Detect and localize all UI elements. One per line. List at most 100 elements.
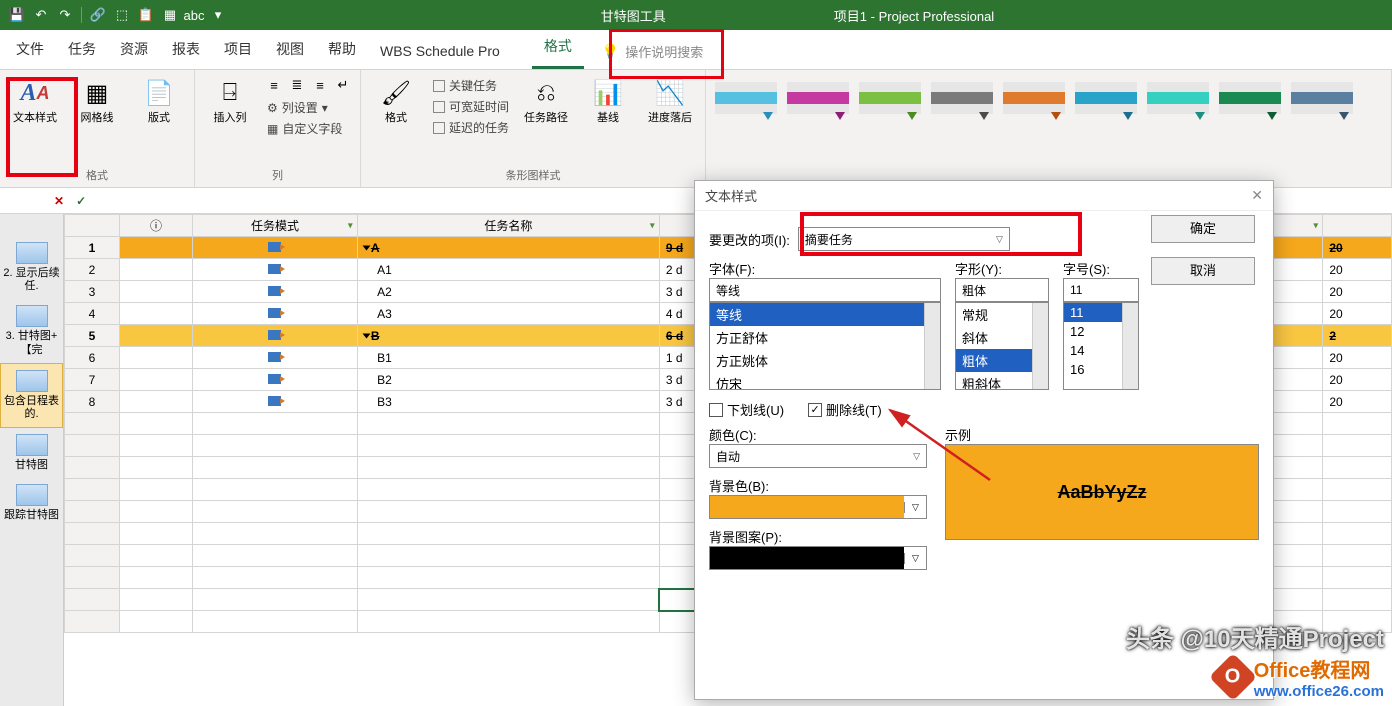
col-extra[interactable]: [1323, 215, 1392, 237]
tab-task[interactable]: 任务: [56, 31, 108, 69]
list-item[interactable]: 粗体: [956, 349, 1032, 372]
box-icon[interactable]: ⬚: [111, 4, 133, 26]
scrollbar[interactable]: [1032, 303, 1048, 389]
slippage-button[interactable]: 📉进度落后: [641, 74, 699, 127]
custom-fields-button[interactable]: ▦自定义字段: [263, 119, 354, 138]
gantt-style-swatch[interactable]: [1003, 82, 1065, 126]
link-icon[interactable]: 🔗: [87, 4, 109, 26]
list-item[interactable]: 11: [1064, 303, 1122, 322]
wrap-text-icon[interactable]: ↵: [332, 74, 354, 96]
list-item[interactable]: 14: [1064, 341, 1122, 360]
accept-entry-icon[interactable]: ✓: [70, 194, 92, 208]
ok-button[interactable]: 确定: [1151, 215, 1255, 243]
bgcolor-label: 背景色(B):: [709, 476, 927, 495]
list-item[interactable]: 方正姚体: [710, 349, 924, 372]
column-settings-button[interactable]: ⚙列设置 ▾: [263, 98, 354, 117]
view-item[interactable]: 包含日程表的.: [0, 363, 63, 428]
late-tasks-checkbox[interactable]: 延迟的任务: [429, 118, 513, 137]
task-path-button[interactable]: ⎌任务路径: [517, 74, 575, 127]
insert-column-button[interactable]: ⍈ 插入列: [201, 74, 259, 127]
gantt-style-swatch[interactable]: [1075, 82, 1137, 126]
group-columns: ⍈ 插入列 ≡ ≣ ≡ ↵ ⚙列设置 ▾ ▦自定义字段 列: [195, 70, 361, 187]
color-combo[interactable]: 自动▽: [709, 444, 927, 468]
redo-icon[interactable]: ↷: [54, 4, 76, 26]
gantt-style-swatch[interactable]: [1219, 82, 1281, 126]
view-item[interactable]: 甘特图: [0, 428, 63, 478]
gantt-style-swatch[interactable]: [715, 82, 777, 126]
list-item[interactable]: 等线: [710, 303, 924, 326]
align-right-icon[interactable]: ≡: [309, 74, 331, 96]
align-left-icon[interactable]: ≡: [263, 74, 285, 96]
col-info[interactable]: ⓘ: [119, 215, 192, 237]
style-listbox[interactable]: 常规斜体粗体粗斜体: [955, 302, 1049, 390]
tab-resource[interactable]: 资源: [108, 31, 160, 69]
strikethrough-checkbox[interactable]: ✓删除线(T): [808, 400, 882, 419]
align-center-icon[interactable]: ≣: [286, 74, 308, 96]
tab-format[interactable]: 格式: [532, 28, 584, 69]
slack-checkbox[interactable]: 可宽延时间: [429, 97, 513, 116]
annotation-box-change-item: [800, 212, 1082, 256]
ribbon-body: AA 文本样式 ▦ 网格线 📄 版式 格式 ⍈ 插入列 ≡ ≣: [0, 70, 1392, 188]
list-item[interactable]: 斜体: [956, 326, 1032, 349]
list-item[interactable]: 16: [1064, 360, 1122, 379]
font-label: 字体(F):: [709, 259, 941, 278]
insert-column-icon: ⍈: [213, 76, 247, 110]
font-listbox[interactable]: 等线方正舒体方正姚体仿宋: [709, 302, 941, 390]
tab-help[interactable]: 帮助: [316, 31, 368, 69]
font-input[interactable]: 等线: [709, 278, 941, 302]
cancel-button[interactable]: 取消: [1151, 257, 1255, 285]
view-item[interactable]: 跟踪甘特图: [0, 478, 63, 528]
col-name[interactable]: 任务名称: [357, 215, 659, 237]
bgcolor-combo[interactable]: ▽: [709, 495, 927, 519]
format-bar-button[interactable]: 🖌 格式: [367, 74, 425, 127]
view-item[interactable]: 2. 显示后续任.: [0, 236, 63, 299]
dialog-title-bar: 文本样式 ✕: [695, 181, 1273, 211]
clipboard-icon[interactable]: 📋: [135, 4, 157, 26]
tab-report[interactable]: 报表: [160, 31, 212, 69]
view-item[interactable]: 3. 甘特图+【完: [0, 299, 63, 362]
scrollbar[interactable]: [924, 303, 940, 389]
gridlines-icon: ▦: [80, 76, 114, 110]
sample-preview: AaBbYyZz: [945, 444, 1259, 540]
group-gantt-styles: [706, 70, 1392, 187]
quick-access-toolbar: 💾 ↶ ↷ 🔗 ⬚ 📋 ▦ abc ▾: [0, 4, 235, 26]
color-label: 颜色(C):: [709, 425, 927, 444]
scrollbar[interactable]: [1122, 303, 1138, 389]
tab-project[interactable]: 项目: [212, 31, 264, 69]
size-listbox[interactable]: 11121416: [1063, 302, 1139, 390]
layout-button[interactable]: 📄 版式: [130, 74, 188, 127]
list-item[interactable]: 常规: [956, 303, 1032, 326]
qat-more-icon[interactable]: ▾: [207, 4, 229, 26]
layout-icon: 📄: [142, 76, 176, 110]
close-icon[interactable]: ✕: [1251, 187, 1263, 204]
cancel-entry-icon[interactable]: ✕: [48, 194, 70, 208]
baseline-button[interactable]: 📊基线: [579, 74, 637, 127]
gantt-style-swatch[interactable]: [931, 82, 993, 126]
format-bar-icon: 🖌: [379, 76, 413, 110]
grid-icon[interactable]: ▦: [159, 4, 181, 26]
tab-view[interactable]: 视图: [264, 31, 316, 69]
tab-file[interactable]: 文件: [4, 31, 56, 69]
custom-fields-icon: ▦: [267, 122, 278, 136]
pattern-combo[interactable]: ▽: [709, 546, 927, 570]
gantt-style-swatch[interactable]: [1147, 82, 1209, 126]
gantt-style-swatch[interactable]: [787, 82, 849, 126]
gantt-style-swatch[interactable]: [1291, 82, 1353, 126]
critical-tasks-checkbox[interactable]: 关键任务: [429, 76, 513, 95]
save-icon[interactable]: 💾: [6, 4, 28, 26]
undo-icon[interactable]: ↶: [30, 4, 52, 26]
watermark: 头条 @10天精通Project O Office教程网 www.office2…: [1126, 619, 1384, 700]
list-item[interactable]: 方正舒体: [710, 326, 924, 349]
list-item[interactable]: 仿宋: [710, 372, 924, 389]
list-item[interactable]: 粗斜体: [956, 372, 1032, 389]
size-input[interactable]: 11: [1063, 278, 1139, 302]
dialog-title: 文本样式: [705, 186, 757, 205]
list-item[interactable]: 12: [1064, 322, 1122, 341]
abc-icon[interactable]: abc: [183, 4, 205, 26]
style-label: 字形(Y):: [955, 259, 1049, 278]
col-taskmode[interactable]: 任务模式: [193, 215, 358, 237]
underline-checkbox[interactable]: 下划线(U): [709, 400, 784, 419]
gantt-style-swatch[interactable]: [859, 82, 921, 126]
style-input[interactable]: 粗体: [955, 278, 1049, 302]
tab-wbs[interactable]: WBS Schedule Pro: [368, 35, 512, 69]
